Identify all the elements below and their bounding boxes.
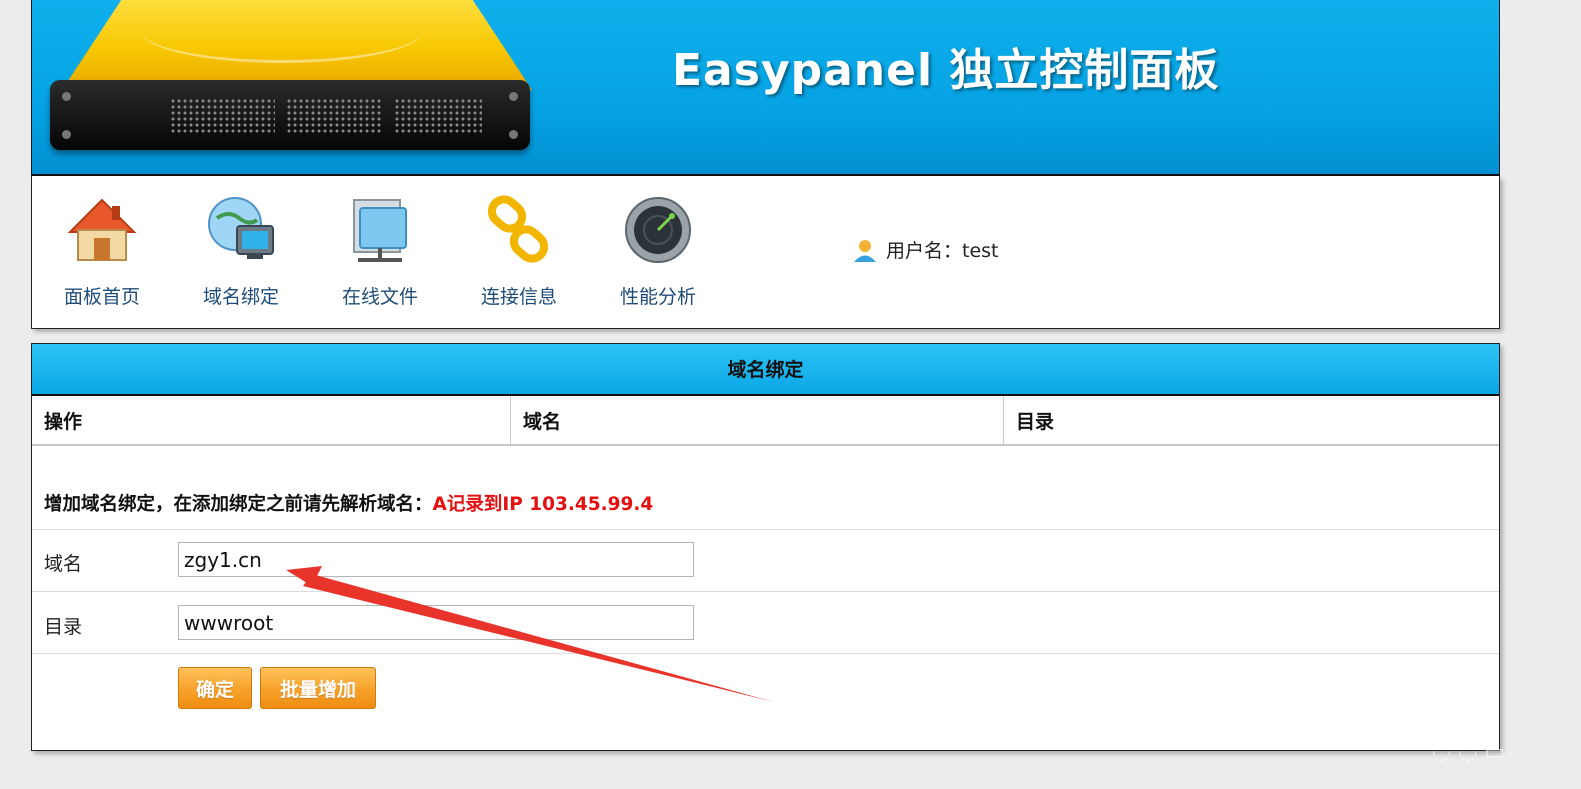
directory-label: 目录 [44, 616, 83, 638]
user-info: 用户名：test [852, 236, 999, 263]
domain-input[interactable] [178, 542, 694, 577]
column-header-domain: 域名 [511, 396, 1004, 446]
nav-label-connection: 连接信息 [480, 286, 557, 308]
confirm-button[interactable]: 确定 [178, 667, 252, 709]
nav-item-files[interactable]: 在线文件 [330, 194, 430, 309]
app-title: Easypanel 独立控制面板 [672, 45, 1220, 96]
logo-swoosh [142, 0, 422, 63]
folder-network-icon [344, 194, 416, 266]
directory-input[interactable] [178, 605, 694, 640]
globe-monitor-icon [205, 194, 277, 266]
nav-bar: 面板首页 域名绑定 在线文件 连接信息 性能分析 用户名：test [31, 176, 1500, 329]
user-icon [854, 239, 876, 262]
column-header-action: 操作 [32, 396, 511, 446]
nav-item-performance[interactable]: 性能分析 [608, 194, 708, 309]
server-logo-icon [50, 80, 530, 150]
watermark-icon: ◌ ◌ ▭ [1432, 740, 1506, 765]
nav-label-performance: 性能分析 [619, 286, 696, 308]
chain-link-icon [483, 194, 555, 266]
nav-label-domain: 域名绑定 [202, 286, 279, 308]
radar-gauge-icon [622, 194, 694, 266]
dns-notice: 增加域名绑定，在添加绑定之前请先解析域名：A记录到IP 103.45.99.4 [44, 490, 653, 516]
header-banner: Easypanel 独立控制面板 [31, 0, 1500, 176]
nav-item-connection[interactable]: 连接信息 [469, 194, 569, 309]
notice-ip-highlight: A记录到IP 103.45.99.4 [432, 494, 654, 515]
nav-item-domain[interactable]: 域名绑定 [191, 194, 291, 309]
nav-label-home: 面板首页 [63, 286, 140, 308]
home-icon [66, 194, 138, 266]
nav-label-files: 在线文件 [341, 286, 418, 308]
batch-add-button[interactable]: 批量增加 [260, 667, 376, 709]
panel-title: 域名绑定 [32, 344, 1499, 396]
domain-label: 域名 [44, 553, 83, 575]
column-header-directory: 目录 [1004, 396, 1499, 446]
nav-item-home[interactable]: 面板首页 [52, 194, 152, 309]
domain-binding-panel: 域名绑定 操作 域名 目录 增加域名绑定，在添加绑定之前请先解析域名：A记录到I… [31, 343, 1500, 751]
notice-text: 增加域名绑定，在添加绑定之前请先解析域名： [44, 494, 433, 515]
username-label: 用户名：test [886, 240, 999, 262]
